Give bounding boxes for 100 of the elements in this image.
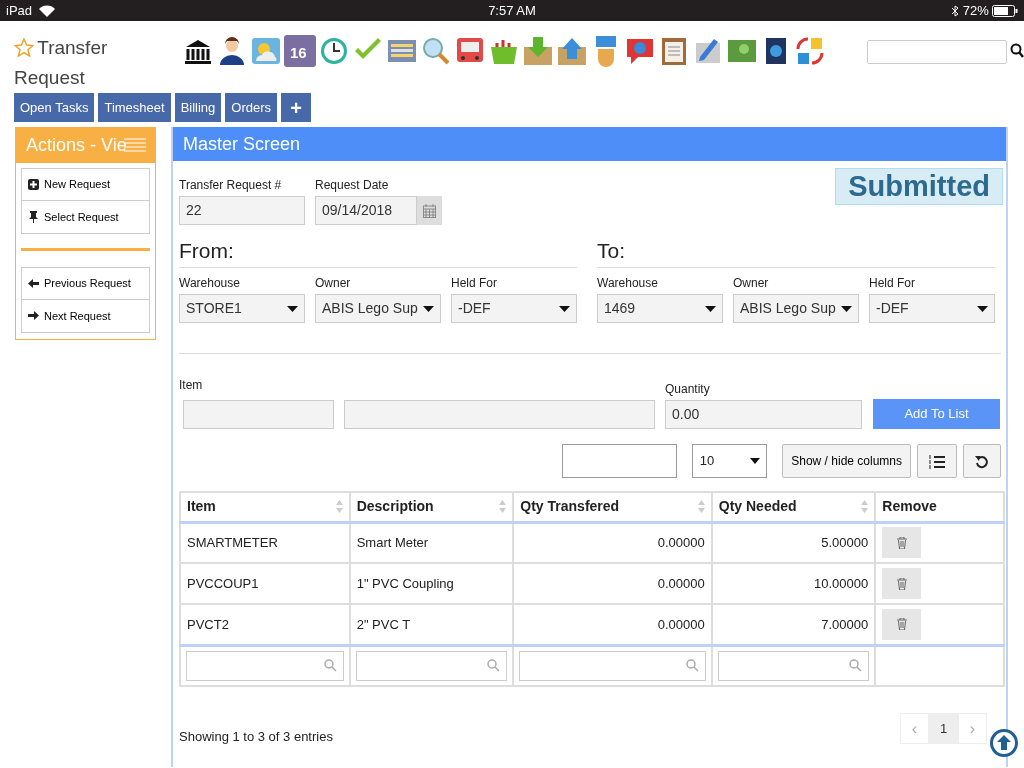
filter-field[interactable] <box>519 650 706 681</box>
star-icon[interactable] <box>14 38 34 58</box>
table-cell: PVCCOUP1 <box>180 563 350 604</box>
search-field[interactable] <box>866 40 1007 64</box>
page-size-select[interactable]: 10 <box>692 444 768 478</box>
device-name: iPad <box>6 1 33 20</box>
calendar-icon <box>423 203 436 218</box>
caret-icon <box>841 305 852 312</box>
delete-button[interactable] <box>882 568 922 599</box>
table-cell: SMARTMETER <box>180 522 350 563</box>
search-icon <box>685 659 699 673</box>
trash-icon <box>896 577 907 590</box>
delete-button[interactable] <box>882 527 922 559</box>
table-cell: 0.00000 <box>513 563 712 604</box>
action-button[interactable]: New Request <box>21 168 150 201</box>
sort-icon <box>697 500 705 514</box>
panel-title: Actions - Vie <box>26 133 127 157</box>
select-field[interactable]: STORE1 <box>179 294 305 323</box>
filter-field[interactable] <box>186 650 344 681</box>
filter-field[interactable] <box>717 650 870 681</box>
sort-icon <box>861 500 869 514</box>
delete-button[interactable] <box>882 608 922 640</box>
nav-button[interactable]: Open Tasks <box>14 93 95 122</box>
table-cell: 5.00000 <box>711 522 876 563</box>
download-box-icon[interactable] <box>522 35 554 67</box>
field-label: Owner <box>733 275 770 292</box>
field-label: Request Date <box>315 177 390 194</box>
select-field[interactable]: -DEF <box>451 294 577 323</box>
table-cell: Smart Meter <box>349 522 514 563</box>
item-description-field[interactable] <box>344 400 655 429</box>
nav-button[interactable]: Orders <box>225 93 278 122</box>
select-field[interactable]: ABIS Lego Sup <box>733 294 859 323</box>
table-cell: 1" PVC Coupling <box>349 563 514 604</box>
pin-icon <box>28 211 39 223</box>
numbered-list-icon <box>929 454 945 469</box>
field-label: Warehouse <box>179 275 241 292</box>
section-heading: To: <box>597 237 995 268</box>
search-icon <box>323 659 337 673</box>
table-cell: 10.00000 <box>711 563 876 604</box>
select-field[interactable]: ABIS Lego Sup <box>315 294 441 323</box>
search-icon <box>487 659 501 673</box>
nav-button[interactable]: + <box>281 93 312 122</box>
column-header[interactable]: Remove <box>875 492 1004 522</box>
entries-info: Showing 1 to 3 of 3 entries <box>179 728 333 746</box>
page-button[interactable]: 1 <box>929 713 958 745</box>
action-button[interactable]: Next Request <box>21 300 150 333</box>
table-search-field[interactable] <box>562 444 678 478</box>
column-header[interactable]: Item <box>180 492 350 522</box>
sort-icon <box>499 500 507 514</box>
day-number: 16 <box>290 43 307 63</box>
refresh-icon <box>975 454 989 469</box>
caret-icon <box>423 305 434 312</box>
field-label: Held For <box>869 275 916 292</box>
search-icon[interactable] <box>1010 43 1024 60</box>
select-field[interactable]: -DEF <box>869 294 995 323</box>
field-label: Item <box>179 377 204 394</box>
clock-icon[interactable] <box>318 35 350 67</box>
filter-field[interactable] <box>355 650 508 681</box>
panel-title: Master Screen <box>183 132 301 156</box>
select-field[interactable]: 1469 <box>597 294 723 323</box>
battery-percentage: 72% <box>962 1 989 20</box>
table-cell: PVCT2 <box>180 604 350 645</box>
battery-icon <box>992 4 1018 17</box>
caret-icon <box>705 305 716 312</box>
refresh-button[interactable] <box>963 444 1001 478</box>
calendar-icon[interactable]: 16 <box>284 35 316 67</box>
status-badge: Submitted <box>835 168 1003 205</box>
clock-time: 7:57 AM <box>488 2 536 18</box>
quantity-field[interactable]: 0.00 <box>665 400 862 429</box>
caret-icon <box>977 305 988 312</box>
page-size-value: 10 <box>699 452 715 471</box>
arrow-right-icon <box>28 310 39 322</box>
bluetooth-icon <box>951 4 960 17</box>
nav-button[interactable]: Billing <box>174 93 222 122</box>
action-button[interactable]: Select Request <box>21 201 150 234</box>
caret-icon <box>559 305 570 312</box>
scroll-to-top-icon[interactable] <box>990 729 1018 757</box>
field-label: Transfer Request # <box>179 177 283 194</box>
field-label: Warehouse <box>597 275 659 292</box>
action-button[interactable]: Previous Request <box>21 267 150 300</box>
exchange-icon[interactable] <box>794 35 826 67</box>
arrow-left-icon <box>28 277 39 290</box>
item-code-field[interactable] <box>183 400 334 429</box>
wifi-icon <box>38 4 55 17</box>
column-header[interactable]: Qty Needed <box>711 492 876 522</box>
caret-icon <box>287 305 298 312</box>
show-hide-columns-button[interactable]: Show / hide columns <box>782 444 911 478</box>
sort-icon <box>335 500 343 514</box>
date-field[interactable]: 09/14/2018 <box>315 196 417 225</box>
nav-button[interactable]: Timesheet <box>98 93 171 122</box>
page-title: Request <box>14 66 85 90</box>
section-heading: From: <box>179 237 577 268</box>
column-header[interactable]: Description <box>349 492 514 522</box>
list-button[interactable] <box>917 444 957 478</box>
plus-square-icon <box>28 178 39 191</box>
request-number-field[interactable]: 22 <box>179 196 305 225</box>
calendar-button[interactable] <box>417 196 442 225</box>
page-title: Transfer <box>37 36 108 60</box>
trash-icon <box>896 536 907 549</box>
column-header[interactable]: Qty Transfered <box>513 492 712 522</box>
